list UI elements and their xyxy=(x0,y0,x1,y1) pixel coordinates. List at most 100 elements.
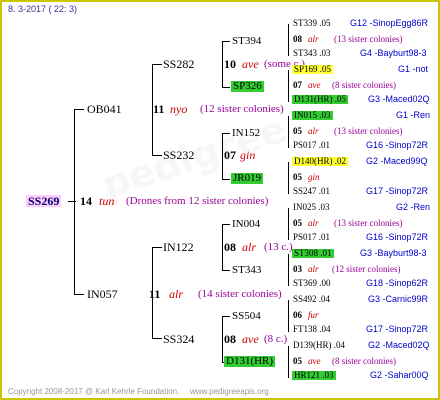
gen2-num: 10 xyxy=(224,57,236,71)
pedigree-frame: pedigree 8. 3-2017 ( 22: 3) SS269 14 tun… xyxy=(0,0,440,400)
gen1-num: 11 xyxy=(153,102,165,116)
connector xyxy=(152,247,153,339)
ancestor-num: 08 xyxy=(293,34,302,44)
connector xyxy=(74,109,75,295)
connector xyxy=(288,208,289,240)
ancestor-id[interactable]: ST343 .03 xyxy=(293,49,331,58)
ancestor-id[interactable]: HR121 .03 xyxy=(292,371,336,380)
gen3-id[interactable]: IN004 xyxy=(232,219,260,230)
gen2-desc: (13 c.) xyxy=(264,241,293,253)
ancestor-id[interactable]: D139(HR) .04 xyxy=(293,341,345,350)
ancestor-id[interactable]: D131(HR) .05 xyxy=(292,95,348,104)
connector xyxy=(222,270,230,271)
gen3-id[interactable]: SP326 xyxy=(231,81,264,92)
ancestor-id[interactable]: PS017 .01 xyxy=(293,233,330,242)
ancestor-name: fur xyxy=(308,310,319,320)
ancestor-num: 03 xyxy=(293,264,302,274)
ancestor-num: 05 xyxy=(293,126,302,136)
connector xyxy=(152,64,153,156)
ancestor-desc: (13 sister colonies) xyxy=(334,218,403,228)
ancestor-id[interactable]: ST339 .05 xyxy=(293,19,331,28)
gen3-id[interactable]: ST394 xyxy=(232,36,261,47)
ancestor-id[interactable]: SS247 .01 xyxy=(293,187,330,196)
ancestor-id[interactable]: SS492 .04 xyxy=(293,295,330,304)
ancestor-source: G2 -Maced99Q xyxy=(366,156,428,166)
connector xyxy=(288,254,289,286)
ancestor-num: 05 xyxy=(293,356,302,366)
ancestor-name: alr xyxy=(308,126,319,136)
connector xyxy=(74,294,84,295)
connector xyxy=(222,316,230,317)
ancestor-source: G2 -Ren xyxy=(396,202,431,212)
ancestor-source: G18 -Sinop62R xyxy=(366,278,429,288)
connector xyxy=(288,24,289,56)
connector xyxy=(222,133,230,134)
ancestor-id[interactable]: IN025 .03 xyxy=(293,203,330,212)
ancestor-name: alr xyxy=(308,218,319,228)
gen1-id[interactable]: OB041 xyxy=(87,103,122,115)
ancestor-source: G16 -Sinop72R xyxy=(366,232,429,242)
gen1-name: alr xyxy=(169,287,184,301)
ancestor-desc: (8 sister colonies) xyxy=(332,356,396,366)
ancestor-source: G12 -SinopEgg86R xyxy=(350,18,429,28)
gen3-id[interactable]: SS504 xyxy=(232,311,261,322)
connector xyxy=(288,116,289,148)
ancestor-id[interactable]: D140(HR) .02 xyxy=(292,157,348,166)
gen2-num: 08 xyxy=(224,240,236,254)
ancestor-source: G3 -Carnic99R xyxy=(368,294,429,304)
gen2-id[interactable]: SS324 xyxy=(163,333,194,345)
gen2-name: ave xyxy=(242,332,259,346)
connector xyxy=(152,64,162,65)
gen1-num: 11 xyxy=(149,287,161,301)
ancestor-id[interactable]: SP169 .05 xyxy=(292,65,334,74)
ancestor-source: G1 -Ren xyxy=(396,110,431,120)
ancestor-id[interactable]: FT138 .04 xyxy=(293,325,331,334)
ancestor-desc: (8 sister colonies) xyxy=(332,80,396,90)
connector xyxy=(152,338,162,339)
ancestor-num: 05 xyxy=(293,218,302,228)
gen2-id[interactable]: SS282 xyxy=(163,58,194,70)
connector xyxy=(222,41,230,42)
connector xyxy=(152,247,162,248)
ancestor-source: G16 -Sinop72R xyxy=(366,140,429,150)
connector xyxy=(288,70,289,102)
gen1-name: nyo xyxy=(170,102,188,116)
gen2-name: alr xyxy=(242,240,257,254)
gen3-id[interactable]: D131(HR) xyxy=(224,356,276,367)
connector xyxy=(288,162,289,194)
ancestor-id[interactable]: IN015 .03 xyxy=(292,111,333,120)
gen2-name: ave xyxy=(242,57,259,71)
gen3-id[interactable]: ST343 xyxy=(232,265,261,276)
gen1-desc: (12 sister colonies) xyxy=(200,103,284,115)
gen3-id[interactable]: IN152 xyxy=(232,128,260,139)
ancestor-name: ave xyxy=(308,80,321,90)
ancestor-name: gin xyxy=(308,172,320,182)
ancestor-id[interactable]: ST369 .00 xyxy=(293,279,331,288)
connector xyxy=(288,346,289,378)
gen1-desc: (14 sister colonies) xyxy=(198,288,282,300)
ancestor-id[interactable]: PS017 .01 xyxy=(293,141,330,150)
gen3-id[interactable]: JR019 xyxy=(231,173,264,184)
connector xyxy=(222,179,230,180)
gen2-num: 08 xyxy=(224,332,236,346)
ancestor-num: 05 xyxy=(293,172,302,182)
gen2-num: 07 xyxy=(224,148,236,162)
connector xyxy=(288,300,289,332)
footer-site-link[interactable]: www.pedigreeapis.org xyxy=(190,388,269,396)
ancestor-source: G3 -Maced02Q xyxy=(368,94,430,104)
root-name: tun xyxy=(99,194,115,208)
gen1-id[interactable]: IN057 xyxy=(87,288,118,300)
root-id[interactable]: SS269 xyxy=(26,195,62,207)
ancestor-desc: (13 sister colonies) xyxy=(334,34,403,44)
connector xyxy=(222,224,230,225)
ancestor-id[interactable]: ST308 .01 xyxy=(292,249,334,258)
gen2-id[interactable]: SS232 xyxy=(163,149,194,161)
ancestor-source: G2 -Sahar00Q xyxy=(370,370,429,380)
root-num: 14 xyxy=(80,194,92,208)
ancestor-source: G1 -not xyxy=(398,64,429,74)
gen2-id[interactable]: IN122 xyxy=(163,241,194,253)
root-desc: (Drones from 12 sister colonies) xyxy=(126,195,269,207)
ancestor-source: G2 -Maced02Q xyxy=(368,340,430,350)
ancestor-source: G3 -Bayburt98-3 xyxy=(360,248,427,258)
connector xyxy=(74,109,84,110)
